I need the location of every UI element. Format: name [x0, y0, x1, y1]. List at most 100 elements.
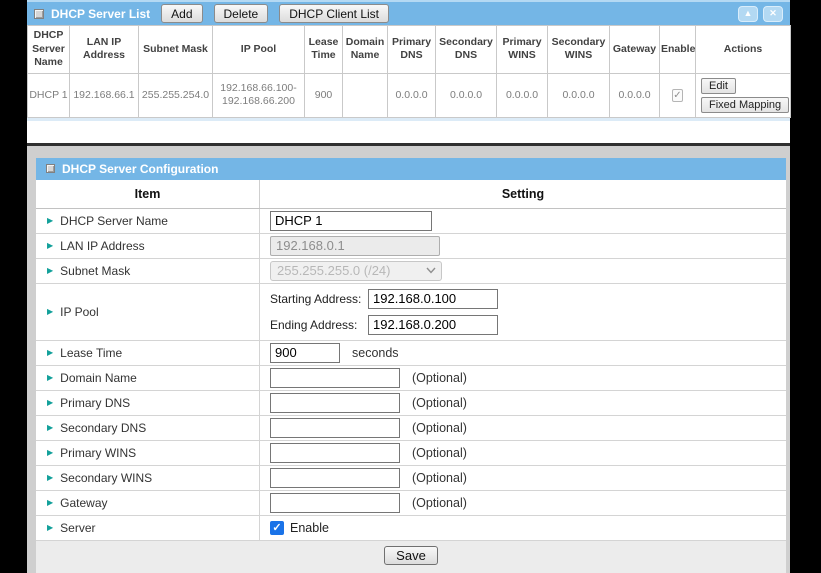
item-marker-icon: ▶ [47, 349, 53, 357]
cell-primary-wins: 0.0.0.0 [497, 73, 548, 117]
col-gateway: Gateway [610, 26, 660, 74]
server-enable-checkbox[interactable]: ✓ [270, 521, 284, 535]
cell-enable: ✓ [660, 73, 696, 117]
optional-hint: (Optional) [412, 396, 467, 410]
close-icon[interactable]: ✕ [763, 6, 783, 22]
cell-subnet-mask: 255.255.254.0 [139, 73, 213, 117]
domain-name-label: Domain Name [60, 371, 137, 385]
row-domain-name: ▶ Domain Name (Optional) [36, 366, 786, 391]
row-lease-time: ▶ Lease Time seconds [36, 341, 786, 366]
dhcp-server-name-input[interactable] [270, 211, 432, 231]
config-panel-header: DHCP Server Configuration [36, 158, 786, 180]
primary-dns-input[interactable] [270, 393, 400, 413]
lease-time-label: Lease Time [60, 346, 122, 360]
row-gateway: ▶ Gateway (Optional) [36, 491, 786, 516]
cell-gateway: 0.0.0.0 [610, 73, 660, 117]
save-button[interactable]: Save [384, 546, 438, 565]
item-marker-icon: ▶ [47, 474, 53, 482]
optional-hint: (Optional) [412, 446, 467, 460]
primary-wins-input[interactable] [270, 443, 400, 463]
lease-time-input[interactable] [270, 343, 340, 363]
lan-ip-address-input [270, 236, 440, 256]
gateway-label: Gateway [60, 496, 107, 510]
page-content: DHCP Server List Add Delete DHCP Client … [27, 0, 790, 567]
starting-address-input[interactable] [368, 289, 498, 309]
setting-column-header: Setting [260, 180, 786, 208]
col-secondary-wins: Secondary WINS [548, 26, 610, 74]
cell-secondary-dns: 0.0.0.0 [436, 73, 497, 117]
ending-address-input[interactable] [368, 315, 498, 335]
primary-wins-label: Primary WINS [60, 446, 136, 460]
secondary-wins-input[interactable] [270, 468, 400, 488]
optional-hint: (Optional) [412, 421, 467, 435]
primary-dns-label: Primary DNS [60, 396, 130, 410]
add-button[interactable]: Add [161, 4, 202, 23]
item-marker-icon: ▶ [47, 499, 53, 507]
row-ip-pool: ▶ IP Pool Starting Address: Ending Addres… [36, 284, 786, 341]
list-panel-title: DHCP Server List [51, 7, 150, 21]
item-marker-icon: ▶ [47, 524, 53, 532]
col-ip-pool: IP Pool [213, 26, 305, 74]
row-server: ▶Server ✓ Enable [36, 516, 786, 541]
dhcp-server-name-label: DHCP Server Name [60, 214, 168, 228]
item-marker-icon: ▶ [47, 267, 53, 275]
col-primary-wins: Primary WINS [497, 26, 548, 74]
dhcp-server-list-table: DHCP Server Name LAN IP Address Subnet M… [27, 25, 791, 118]
panel-square-icon [34, 9, 44, 19]
cell-primary-dns: 0.0.0.0 [388, 73, 436, 117]
delete-button[interactable]: Delete [214, 4, 269, 23]
ending-address-label: Ending Address: [270, 318, 368, 332]
row-subnet-mask: ▶ Subnet Mask 255.255.255.0 (/24) [36, 259, 786, 284]
config-panel-title: DHCP Server Configuration [62, 162, 218, 176]
lease-time-unit: seconds [352, 346, 399, 360]
dhcp-client-list-button[interactable]: DHCP Client List [279, 4, 389, 23]
item-column-header: Item [36, 180, 260, 208]
subnet-mask-label: Subnet Mask [60, 264, 130, 278]
item-marker-icon: ▶ [47, 399, 53, 407]
table-header-row: DHCP Server Name LAN IP Address Subnet M… [28, 26, 791, 74]
fixed-mapping-button[interactable]: Fixed Mapping [701, 97, 789, 113]
edit-button[interactable]: Edit [701, 78, 736, 94]
secondary-dns-label: Secondary DNS [60, 421, 146, 435]
subnet-mask-select: 255.255.255.0 (/24) [270, 261, 442, 281]
cell-server-name: DHCP 1 [28, 73, 70, 117]
page-background: DHCP Server Configuration Item Setting ▶… [27, 146, 790, 573]
col-dhcp-server-name: DHCP Server Name [28, 26, 70, 74]
col-lan-ip-address: LAN IP Address [70, 26, 139, 74]
collapse-icon[interactable]: ▲ [738, 6, 758, 22]
item-marker-icon: ▶ [47, 217, 53, 225]
lan-ip-address-label: LAN IP Address [60, 239, 145, 253]
config-footer: Save [36, 541, 786, 573]
enable-checkbox-disabled: ✓ [672, 89, 682, 102]
dhcp-server-list-panel: DHCP Server List Add Delete DHCP Client … [27, 0, 790, 143]
optional-hint: (Optional) [412, 496, 467, 510]
server-enable-label: Enable [290, 521, 329, 535]
item-marker-icon: ▶ [47, 308, 53, 316]
cell-lan-ip: 192.168.66.1 [70, 73, 139, 117]
cell-actions: Edit Fixed Mapping [696, 73, 791, 117]
col-primary-dns: Primary DNS [388, 26, 436, 74]
optional-hint: (Optional) [412, 471, 467, 485]
domain-name-input[interactable] [270, 368, 400, 388]
secondary-dns-input[interactable] [270, 418, 400, 438]
col-lease-time: Lease Time [305, 26, 343, 74]
item-marker-icon: ▶ [47, 242, 53, 250]
optional-hint: (Optional) [412, 371, 467, 385]
list-panel-header: DHCP Server List Add Delete DHCP Client … [27, 0, 790, 25]
ip-pool-label: IP Pool [60, 305, 98, 319]
list-bottom-padding [27, 121, 790, 143]
gateway-input[interactable] [270, 493, 400, 513]
item-marker-icon: ▶ [47, 374, 53, 382]
panel-square-icon [46, 164, 55, 173]
row-primary-dns: ▶ Primary DNS (Optional) [36, 391, 786, 416]
cell-secondary-wins: 0.0.0.0 [548, 73, 610, 117]
row-primary-wins: ▶ Primary WINS (Optional) [36, 441, 786, 466]
starting-address-label: Starting Address: [270, 292, 368, 306]
item-marker-icon: ▶ [47, 449, 53, 457]
config-table-header: Item Setting [36, 180, 786, 209]
row-secondary-dns: ▶ Secondary DNS (Optional) [36, 416, 786, 441]
row-lan-ip-address: ▶ LAN IP Address [36, 234, 786, 259]
col-actions: Actions [696, 26, 791, 74]
row-secondary-wins: ▶Secondary WINS (Optional) [36, 466, 786, 491]
item-marker-icon: ▶ [47, 424, 53, 432]
